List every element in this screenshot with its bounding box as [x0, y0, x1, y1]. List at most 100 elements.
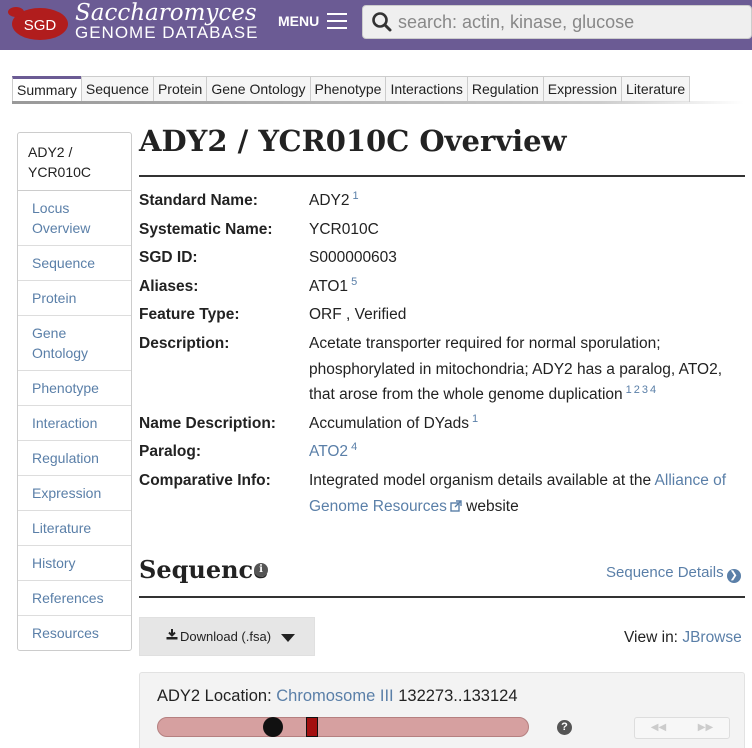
search-box[interactable]: [362, 5, 752, 39]
field-value: Integrated model organism details availa…: [309, 467, 745, 519]
sidebar-heading-line2: YCR010C: [28, 164, 92, 180]
field-aliases: Aliases: ATO1 5: [139, 273, 745, 301]
comparative-text: website: [466, 497, 519, 515]
tab-sequence[interactable]: Sequence: [80, 76, 154, 102]
field-value: Accumulation of DYads 1: [309, 410, 745, 438]
centromere-marker: [263, 717, 283, 737]
sidebar-item-label: Locus: [32, 200, 70, 216]
chromosome-link[interactable]: Chromosome III: [276, 687, 393, 705]
location-text: ADY2 Location: Chromosome III 132273..13…: [157, 687, 518, 706]
sidebar-item-label: Overview: [32, 220, 91, 236]
field-feature-type: Feature Type: ORF , Verified: [139, 301, 745, 330]
sidebar-item-literature[interactable]: Literature: [18, 511, 131, 546]
field-value: S000000603: [309, 249, 397, 266]
field-value: Acetate transporter required for normal …: [309, 330, 745, 410]
field-label: Paralog:: [139, 443, 202, 460]
location-panel: ADY2 Location: Chromosome III 132273..13…: [139, 672, 745, 748]
sidebar-heading[interactable]: ADY2 / YCR010C: [18, 133, 131, 191]
locus-marker[interactable]: [306, 717, 318, 737]
location-label: ADY2 Location:: [157, 687, 272, 705]
jbrowse-link[interactable]: JBrowse: [682, 629, 741, 646]
download-button[interactable]: Download (.fsa): [139, 617, 315, 656]
sidebar-item-phenotype[interactable]: Phenotype: [18, 371, 131, 406]
sequence-divider: [139, 596, 745, 598]
chevron-right-icon: ❯: [726, 569, 741, 583]
tab-literature[interactable]: Literature: [621, 76, 691, 102]
download-label: Download (.fsa): [180, 629, 272, 644]
sidebar-item-protein[interactable]: Protein: [18, 281, 131, 316]
reference-link[interactable]: 5: [351, 276, 357, 288]
comparative-text: Integrated model organism details availa…: [309, 472, 652, 489]
description-line: Acetate transporter required for normal …: [309, 335, 661, 352]
view-in: View in: JBrowse: [624, 629, 742, 647]
field-label: Description:: [139, 335, 230, 352]
info-icon[interactable]: i: [254, 563, 268, 577]
sidebar-item-expression[interactable]: Expression: [18, 476, 131, 511]
chromosome-bar[interactable]: [157, 717, 529, 737]
hamburger-icon: [327, 13, 348, 29]
tab-phenotype[interactable]: Phenotype: [309, 76, 387, 102]
tab-underline: [12, 101, 744, 104]
field-label: Feature Type:: [139, 306, 240, 323]
tab-expression[interactable]: Expression: [542, 76, 623, 102]
tab-gene-ontology[interactable]: Gene Ontology: [206, 76, 311, 102]
sgd-logo-icon[interactable]: SGD: [6, 3, 70, 41]
overview-fields: Standard Name: ADY2 1 Systematic Name: YC…: [139, 187, 745, 519]
sequence-details-link[interactable]: Sequence Details ❯: [606, 564, 741, 583]
sequence-details-label: Sequence Details: [606, 564, 724, 581]
sidebar-item-resources[interactable]: Resources: [18, 616, 131, 650]
sidebar-item-interaction[interactable]: Interaction: [18, 406, 131, 441]
reference-link[interactable]: 3: [642, 384, 648, 396]
reference-link[interactable]: 1: [626, 384, 632, 396]
field-value: ADY2 1: [309, 187, 745, 216]
top-navbar: SGD Saccharomyces GENOME DATABASE MENU: [0, 0, 752, 50]
sidebar-item-regulation[interactable]: Regulation: [18, 441, 131, 476]
navigation-buttons: ◀◀ ▶▶: [634, 717, 730, 739]
next-icon[interactable]: ▶▶: [682, 718, 729, 738]
field-value: ATO2 4: [309, 438, 745, 467]
field-sgd-id: SGD ID: S000000603: [139, 244, 745, 273]
tab-summary[interactable]: Summary: [12, 76, 82, 102]
field-label: Standard Name:: [139, 192, 258, 209]
menu-button[interactable]: MENU: [278, 8, 348, 34]
field-systematic-name: Systematic Name: YCR010C: [139, 216, 745, 244]
tab-protein[interactable]: Protein: [152, 76, 208, 102]
menu-label: MENU: [278, 13, 320, 29]
sidebar-item-history[interactable]: History: [18, 546, 131, 581]
sidebar-item-label: Ontology: [32, 345, 89, 361]
sidebar-item-sequence[interactable]: Sequence: [18, 246, 131, 281]
sidebar-nav: ADY2 / YCR010C Locus Overview Sequence P…: [17, 132, 132, 651]
sidebar-item-locus-overview[interactable]: Locus Overview: [18, 191, 131, 246]
field-value: YCR010C: [309, 221, 379, 238]
reference-link[interactable]: 1: [472, 413, 478, 425]
sidebar-item-references[interactable]: References: [18, 581, 131, 616]
help-icon[interactable]: ?: [557, 720, 572, 735]
logo-subtitle[interactable]: GENOME DATABASE: [75, 24, 258, 42]
alliance-link[interactable]: Alliance of: [655, 472, 727, 489]
caret-down-icon: [281, 634, 295, 642]
field-label: Comparative Info:: [139, 472, 271, 489]
field-label: Aliases:: [139, 278, 199, 295]
field-value: ATO1 5: [309, 273, 745, 301]
field-label: SGD ID:: [139, 249, 198, 266]
reference-link[interactable]: 4: [351, 441, 357, 453]
reference-link[interactable]: 4: [650, 384, 656, 396]
search-input[interactable]: [396, 11, 751, 33]
reference-link[interactable]: 2: [634, 384, 640, 396]
reference-link[interactable]: 1: [353, 190, 359, 202]
description-line: that arose from the whole genome duplica…: [309, 386, 623, 404]
previous-icon[interactable]: ◀◀: [635, 718, 682, 738]
field-comparative-info: Comparative Info: Integrated model organ…: [139, 467, 745, 519]
search-icon[interactable]: [368, 8, 396, 36]
tab-interactions[interactable]: Interactions: [385, 76, 468, 102]
sidebar-item-gene-ontology[interactable]: Gene Ontology: [18, 316, 131, 371]
field-label: Systematic Name:: [139, 221, 273, 238]
paralog-link[interactable]: ATO2: [309, 443, 348, 460]
section-tabs: Summary Sequence Protein Gene Ontology P…: [12, 76, 691, 102]
tab-regulation[interactable]: Regulation: [466, 76, 544, 102]
alliance-link[interactable]: Genome Resources: [309, 498, 447, 515]
field-standard-name: Standard Name: ADY2 1: [139, 187, 745, 216]
field-description: Description: Acetate transporter require…: [139, 330, 745, 410]
external-link-icon[interactable]: [450, 499, 462, 512]
field-label: Name Description:: [139, 415, 276, 432]
